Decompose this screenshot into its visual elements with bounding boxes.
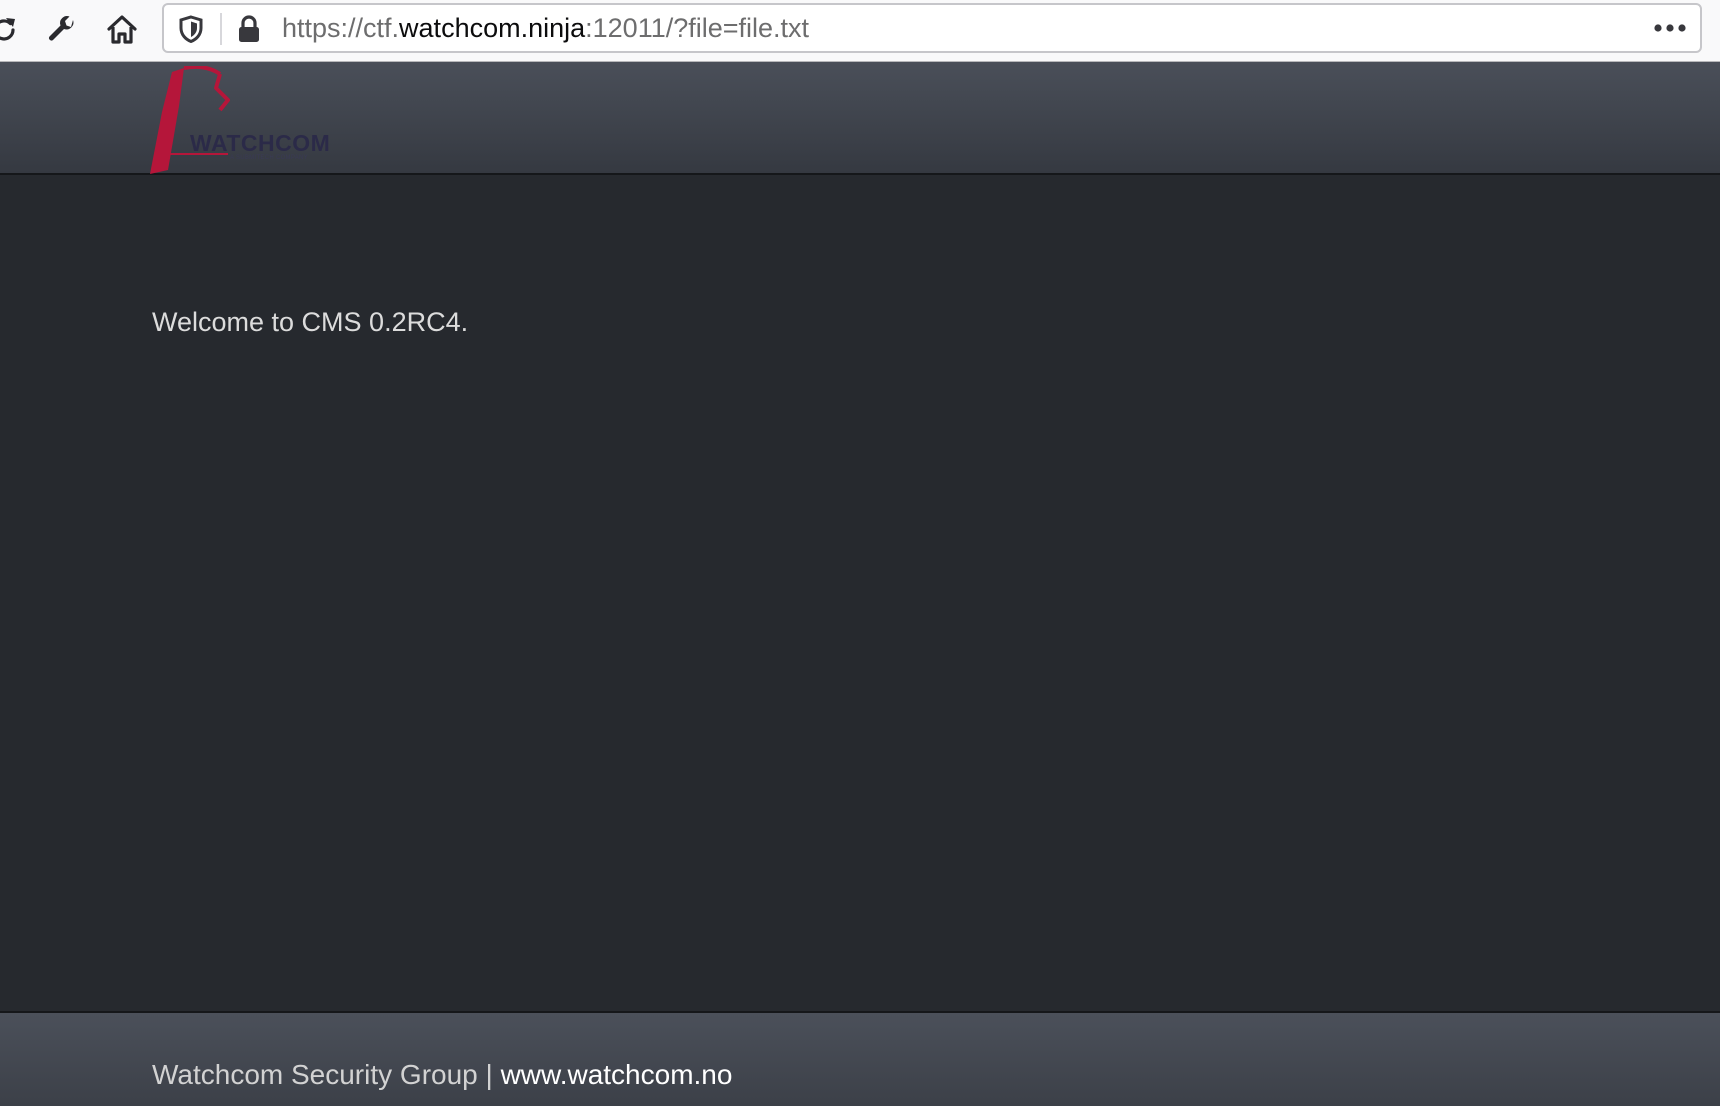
- footer-separator: |: [477, 1059, 501, 1090]
- site-header: WATCHCOM A SUBMITECH COMPANY: [0, 62, 1720, 175]
- lock-icon: [239, 15, 259, 42]
- url-text[interactable]: https://ctf.watchcom.ninja:12011/?file=f…: [282, 5, 809, 51]
- logo-wordmark: WATCHCOM: [190, 130, 331, 156]
- watchcom-logo[interactable]: WATCHCOM A SUBMITECH COMPANY: [148, 66, 338, 174]
- url-separator: [220, 13, 222, 45]
- main-content: Welcome to CMS 0.2RC4.: [0, 175, 1720, 1011]
- reload-icon: [0, 18, 15, 41]
- url-host: watchcom.ninja: [399, 13, 586, 43]
- reload-button[interactable]: [0, 6, 28, 54]
- page-actions-button[interactable]: [1650, 13, 1690, 43]
- url-suffix: :12011/?file=file.txt: [585, 13, 810, 43]
- browser-toolbar: https://ctf.watchcom.ninja:12011/?file=f…: [0, 0, 1720, 62]
- site-footer: Watchcom Security Group | www.watchcom.n…: [0, 1011, 1720, 1106]
- home-button[interactable]: [98, 6, 146, 54]
- tools-button[interactable]: [38, 6, 86, 54]
- url-prefix: https://ctf.: [282, 13, 400, 43]
- footer-company: Watchcom Security Group: [152, 1059, 478, 1090]
- site-identity-button[interactable]: [234, 14, 264, 44]
- logo-tagline: A SUBMITECH COMPANY: [230, 155, 308, 161]
- tracking-protection-button[interactable]: [176, 14, 206, 44]
- more-icon: [1654, 24, 1686, 32]
- welcome-message: Welcome to CMS 0.2RC4.: [152, 307, 469, 337]
- footer-text: Watchcom Security Group | www.watchcom.n…: [152, 1059, 732, 1091]
- wrench-icon: [48, 16, 74, 41]
- home-icon: [107, 15, 137, 44]
- footer-website-link[interactable]: www.watchcom.no: [501, 1059, 733, 1090]
- url-bar[interactable]: https://ctf.watchcom.ninja:12011/?file=f…: [162, 3, 1702, 53]
- shield-icon: [179, 15, 203, 43]
